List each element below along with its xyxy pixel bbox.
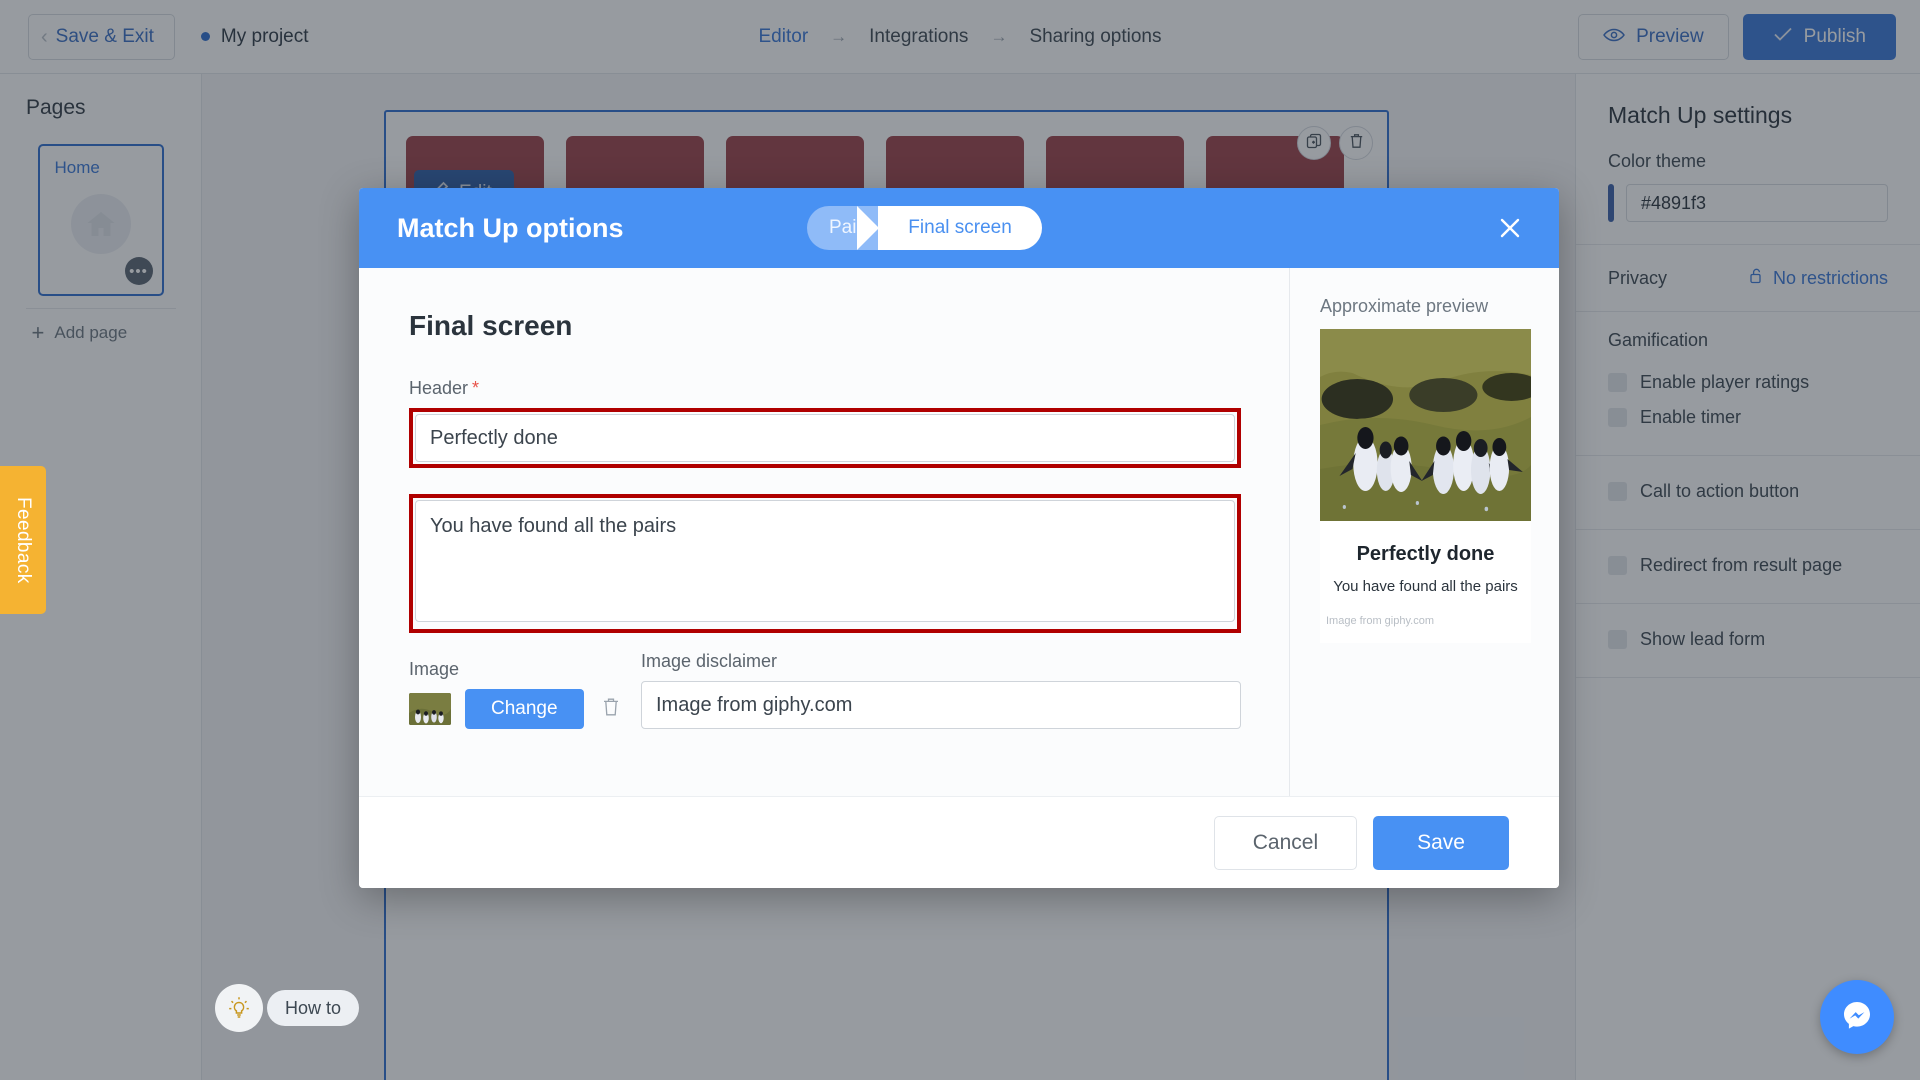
image-row: Image Change Image disclaimer Image from… bbox=[409, 651, 1241, 729]
trash-icon bbox=[602, 697, 620, 722]
approximate-preview-panel: Approximate preview Perfectly done You h… bbox=[1289, 268, 1559, 796]
modal-title: Match Up options bbox=[397, 212, 624, 243]
preview-subtext: You have found all the pairs bbox=[1333, 578, 1518, 595]
description-textarea[interactable] bbox=[415, 500, 1235, 622]
lightbulb-icon bbox=[215, 984, 263, 1032]
how-to-button[interactable]: How to bbox=[267, 990, 360, 1026]
preview-card: Perfectly done You have found all the pa… bbox=[1320, 329, 1531, 643]
image-disclaimer-label: Image disclaimer bbox=[641, 651, 778, 671]
preview-header-text: Perfectly done bbox=[1356, 543, 1495, 565]
close-icon[interactable] bbox=[1493, 211, 1527, 245]
image-thumbnail bbox=[409, 693, 451, 725]
how-to-label: How to bbox=[285, 997, 342, 1018]
preview-image bbox=[1320, 329, 1531, 521]
header-label-text: Header bbox=[409, 378, 469, 398]
modal-header: Match Up options Pairs Final screen bbox=[359, 188, 1559, 268]
approximate-preview-label: Approximate preview bbox=[1320, 296, 1489, 316]
final-screen-form: Final screen Header* Image bbox=[359, 268, 1289, 796]
modal-footer: Cancel Save bbox=[359, 796, 1559, 888]
step-final-screen[interactable]: Final screen bbox=[857, 206, 1042, 250]
description-textarea-highlight bbox=[409, 494, 1241, 633]
header-input-highlight bbox=[409, 408, 1241, 468]
change-image-button[interactable]: Change bbox=[465, 689, 584, 729]
how-to-widget[interactable]: How to bbox=[215, 984, 360, 1032]
feedback-label: Feedback bbox=[13, 496, 34, 584]
messenger-icon bbox=[1837, 995, 1877, 1040]
header-field-label: Header * bbox=[409, 378, 1241, 399]
cancel-button[interactable]: Cancel bbox=[1213, 815, 1358, 870]
image-disclaimer-input[interactable] bbox=[641, 681, 1241, 729]
modal-steps: Pairs Final screen bbox=[807, 206, 1042, 250]
save-button[interactable]: Save bbox=[1373, 815, 1509, 870]
feedback-tab-button[interactable]: Feedback bbox=[0, 466, 46, 614]
required-asterisk: * bbox=[472, 378, 480, 398]
image-label: Image bbox=[409, 659, 460, 679]
preview-disclaimer-text: Image from giphy.com bbox=[1326, 615, 1435, 627]
form-section-title: Final screen bbox=[409, 310, 573, 341]
step-final-screen-label: Final screen bbox=[908, 217, 1012, 238]
messenger-chat-button[interactable] bbox=[1820, 980, 1894, 1054]
delete-image-button[interactable] bbox=[598, 697, 624, 722]
modal-body: Final screen Header* Image bbox=[359, 268, 1559, 796]
header-input[interactable] bbox=[415, 414, 1235, 462]
match-up-options-modal: Match Up options Pairs Final screen Fina… bbox=[359, 188, 1559, 888]
